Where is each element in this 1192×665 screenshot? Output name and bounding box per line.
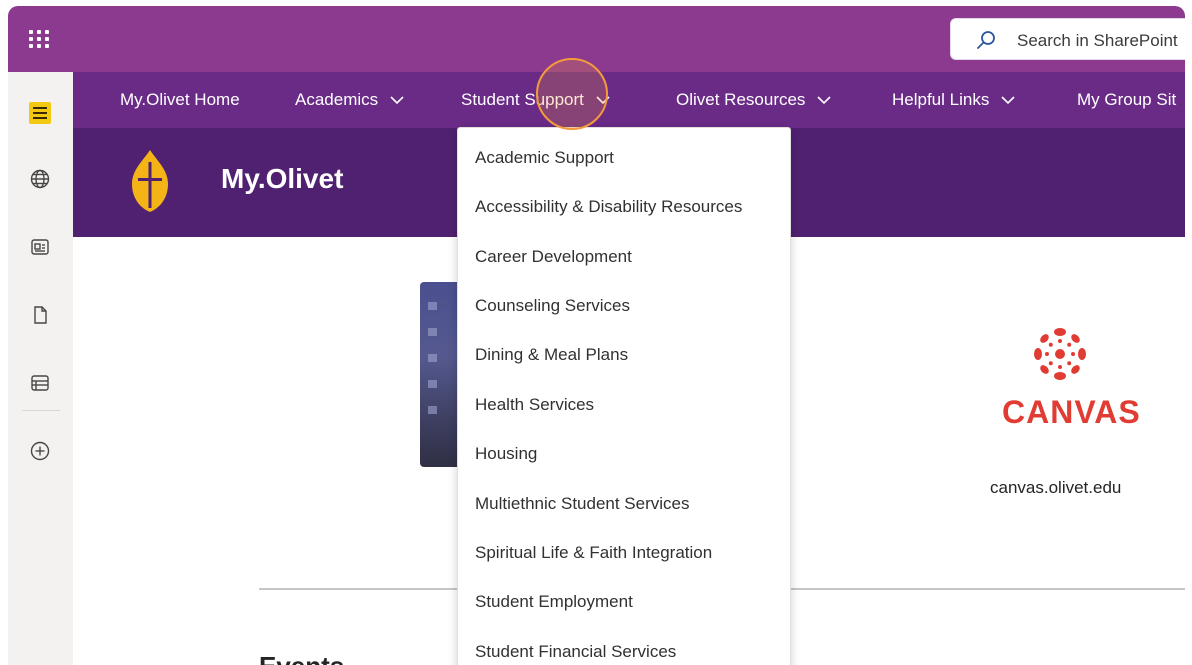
nav-item-helpful-links[interactable]: Helpful Links: [892, 90, 1015, 110]
dropdown-item-career-development[interactable]: Career Development: [475, 247, 632, 267]
chevron-down-icon: [1001, 95, 1015, 104]
dropdown-item-spiritual-life[interactable]: Spiritual Life & Faith Integration: [475, 543, 712, 563]
search-placeholder: Search in SharePoint: [1017, 31, 1178, 50]
dropdown-item-dining[interactable]: Dining & Meal Plans: [475, 345, 628, 365]
nav-item-label: Olivet Resources: [676, 90, 806, 109]
dropdown-item-multiethnic[interactable]: Multiethnic Student Services: [475, 494, 690, 514]
campus-photo[interactable]: [420, 282, 460, 467]
olivet-flame-logo[interactable]: [128, 148, 172, 214]
cursor-highlight: [536, 58, 608, 130]
student-support-dropdown: Academic Support Accessibility & Disabil…: [457, 127, 791, 665]
search-box[interactable]: Search in SharePoint: [950, 18, 1185, 60]
app-bar-divider: [22, 410, 60, 411]
document-icon[interactable]: [27, 302, 53, 328]
waffle-icon[interactable]: [26, 26, 52, 52]
list-icon[interactable]: [27, 370, 53, 396]
site-title[interactable]: My.Olivet: [221, 163, 343, 195]
hub-navigation: My.Olivet Home Academics Student Support…: [73, 72, 1185, 128]
nav-item-my-group-sites[interactable]: My Group Sit: [1077, 90, 1176, 110]
events-heading: Events: [259, 651, 344, 665]
dropdown-item-academic-support[interactable]: Academic Support: [475, 148, 614, 168]
chevron-down-icon: [390, 95, 404, 104]
hamburger-icon[interactable]: [27, 100, 53, 126]
canvas-wordmark[interactable]: CANVAS: [1002, 394, 1141, 431]
globe-icon[interactable]: [27, 166, 53, 192]
app-bar: [8, 72, 73, 665]
dropdown-item-financial-services[interactable]: Student Financial Services: [475, 642, 676, 662]
nav-item-label: Academics: [295, 90, 379, 109]
canvas-logo-icon[interactable]: [1030, 324, 1090, 384]
nav-item-label: Helpful Links: [892, 90, 990, 109]
dropdown-item-student-employment[interactable]: Student Employment: [475, 592, 633, 612]
news-icon[interactable]: [27, 234, 53, 260]
chevron-down-icon: [817, 95, 832, 104]
nav-item-olivet-resources[interactable]: Olivet Resources: [676, 90, 832, 110]
nav-item-home[interactable]: My.Olivet Home: [120, 90, 240, 110]
add-circle-icon[interactable]: [27, 438, 53, 464]
search-icon: [977, 31, 995, 49]
suite-bar: Search in SharePoint: [8, 6, 1185, 72]
dropdown-item-accessibility[interactable]: Accessibility & Disability Resources: [475, 197, 742, 217]
nav-item-label: My Group Sit: [1077, 90, 1177, 109]
dropdown-item-counseling[interactable]: Counseling Services: [475, 296, 630, 316]
canvas-link[interactable]: canvas.olivet.edu: [990, 478, 1121, 498]
dropdown-item-health[interactable]: Health Services: [475, 395, 594, 415]
dropdown-item-housing[interactable]: Housing: [475, 444, 537, 464]
nav-item-academics[interactable]: Academics: [295, 90, 404, 110]
browser-viewport: Search in SharePoint My.Olivet Home Acad…: [8, 6, 1185, 665]
nav-item-label: My.Olivet Home: [120, 90, 240, 109]
